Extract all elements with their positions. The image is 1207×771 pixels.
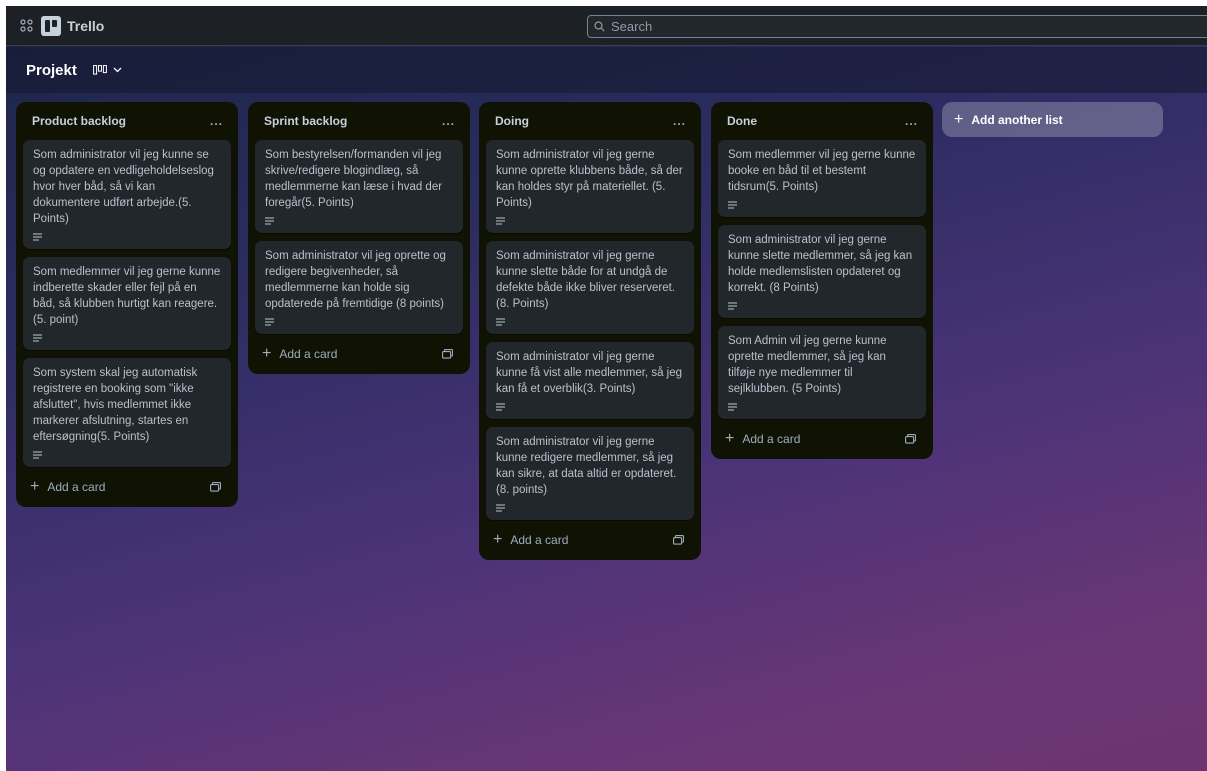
list-header: Product backlog ... <box>23 110 231 132</box>
app-window: Trello Search Projekt Product backlog ..… <box>6 6 1207 771</box>
card-title: Som administrator vil jeg oprette og red… <box>265 250 446 310</box>
card-title: Som medlemmer vil jeg gerne kunne booke … <box>728 149 916 193</box>
list-sprint-backlog: Sprint backlog ... Som bestyrelsen/forma… <box>248 102 470 374</box>
add-card-button[interactable]: + Add a card <box>718 427 926 451</box>
add-card-left: + Add a card <box>725 431 800 447</box>
add-card-left: + Add a card <box>30 479 105 495</box>
card[interactable]: Som administrator vil jeg gerne kunne re… <box>486 427 694 520</box>
add-card-left: + Add a card <box>262 346 337 362</box>
card[interactable]: Som administrator vil jeg gerne kunne sl… <box>486 241 694 334</box>
plus-icon: + <box>954 110 964 128</box>
card-title: Som administrator vil jeg kunne se og op… <box>33 149 214 225</box>
description-icon <box>33 334 42 342</box>
description-icon <box>728 403 737 411</box>
list-done: Done ... Som medlemmer vil jeg gerne kun… <box>711 102 933 459</box>
card-template-icon[interactable] <box>673 535 684 545</box>
list-header: Done ... <box>718 110 926 132</box>
app-switcher-icon[interactable] <box>20 19 33 32</box>
add-card-button[interactable]: + Add a card <box>255 342 463 366</box>
board-header: Projekt <box>6 47 1207 93</box>
card-title: Som system skal jeg automatisk registrer… <box>33 367 198 443</box>
plus-icon: + <box>30 478 40 495</box>
description-icon <box>496 217 505 225</box>
description-icon <box>265 318 274 326</box>
card[interactable]: Som medlemmer vil jeg gerne kunne indber… <box>23 257 231 350</box>
list-menu-button[interactable]: ... <box>210 114 223 128</box>
card[interactable]: Som administrator vil jeg gerne kunne op… <box>486 140 694 233</box>
description-icon <box>728 302 737 310</box>
card[interactable]: Som bestyrelsen/formanden vil jeg skrive… <box>255 140 463 233</box>
list-menu-button[interactable]: ... <box>905 114 918 128</box>
add-list-label: Add another list <box>971 112 1063 127</box>
card[interactable]: Som administrator vil jeg oprette og red… <box>255 241 463 334</box>
list-product-backlog: Product backlog ... Som administrator vi… <box>16 102 238 507</box>
description-icon <box>265 217 274 225</box>
card-template-icon[interactable] <box>210 482 221 492</box>
list-doing: Doing ... Som administrator vil jeg gern… <box>479 102 701 560</box>
add-card-left: + Add a card <box>493 532 568 548</box>
card[interactable]: Som system skal jeg automatisk registrer… <box>23 358 231 467</box>
card-template-icon[interactable] <box>905 434 916 444</box>
add-card-label: Add a card <box>47 480 106 494</box>
list-header: Sprint backlog ... <box>255 110 463 132</box>
description-icon <box>496 504 505 512</box>
list-title[interactable]: Sprint backlog <box>264 114 347 128</box>
card[interactable]: Som medlemmer vil jeg gerne kunne booke … <box>718 140 926 217</box>
add-card-label: Add a card <box>742 432 801 446</box>
card-title: Som administrator vil jeg gerne kunne få… <box>496 351 683 395</box>
card-title: Som medlemmer vil jeg gerne kunne indber… <box>33 266 221 326</box>
card-template-icon[interactable] <box>442 349 453 359</box>
trello-logo[interactable]: Trello <box>41 16 104 36</box>
list-title[interactable]: Done <box>727 114 757 128</box>
description-icon <box>33 233 42 241</box>
plus-icon: + <box>493 531 503 548</box>
app-name: Trello <box>67 18 105 34</box>
search-input[interactable]: Search <box>587 15 1207 38</box>
add-card-button[interactable]: + Add a card <box>486 528 694 552</box>
trello-logo-icon <box>41 16 61 36</box>
list-title[interactable]: Doing <box>495 114 529 128</box>
list-header: Doing ... <box>486 110 694 132</box>
top-bar: Trello Search <box>6 6 1207 46</box>
add-list-button[interactable]: + Add another list <box>942 102 1163 137</box>
card-title: Som bestyrelsen/formanden vil jeg skrive… <box>265 149 443 209</box>
list-title[interactable]: Product backlog <box>32 114 126 128</box>
search-placeholder: Search <box>611 19 653 34</box>
card-title: Som Admin vil jeg gerne kunne oprette me… <box>728 335 887 395</box>
card[interactable]: Som administrator vil jeg gerne kunne sl… <box>718 225 926 318</box>
plus-icon: + <box>725 430 735 447</box>
description-icon <box>496 403 505 411</box>
add-card-button[interactable]: + Add a card <box>23 475 231 499</box>
description-icon <box>33 451 42 459</box>
board-view-icon <box>92 65 107 75</box>
list-menu-button[interactable]: ... <box>673 114 686 128</box>
add-card-label: Add a card <box>510 533 569 547</box>
card-title: Som administrator vil jeg gerne kunne sl… <box>496 250 675 310</box>
plus-icon: + <box>262 345 272 362</box>
board-view-switcher[interactable] <box>92 65 122 75</box>
list-menu-button[interactable]: ... <box>442 114 455 128</box>
card[interactable]: Som administrator vil jeg gerne kunne få… <box>486 342 694 419</box>
search-icon <box>594 21 605 32</box>
description-icon <box>728 201 737 209</box>
chevron-down-icon <box>113 67 122 73</box>
card[interactable]: Som Admin vil jeg gerne kunne oprette me… <box>718 326 926 419</box>
card-title: Som administrator vil jeg gerne kunne sl… <box>728 234 913 294</box>
card-title: Som administrator vil jeg gerne kunne op… <box>496 149 683 209</box>
card[interactable]: Som administrator vil jeg kunne se og op… <box>23 140 231 249</box>
description-icon <box>496 318 505 326</box>
board-title[interactable]: Projekt <box>26 62 77 79</box>
card-title: Som administrator vil jeg gerne kunne re… <box>496 436 677 496</box>
add-card-label: Add a card <box>279 347 338 361</box>
